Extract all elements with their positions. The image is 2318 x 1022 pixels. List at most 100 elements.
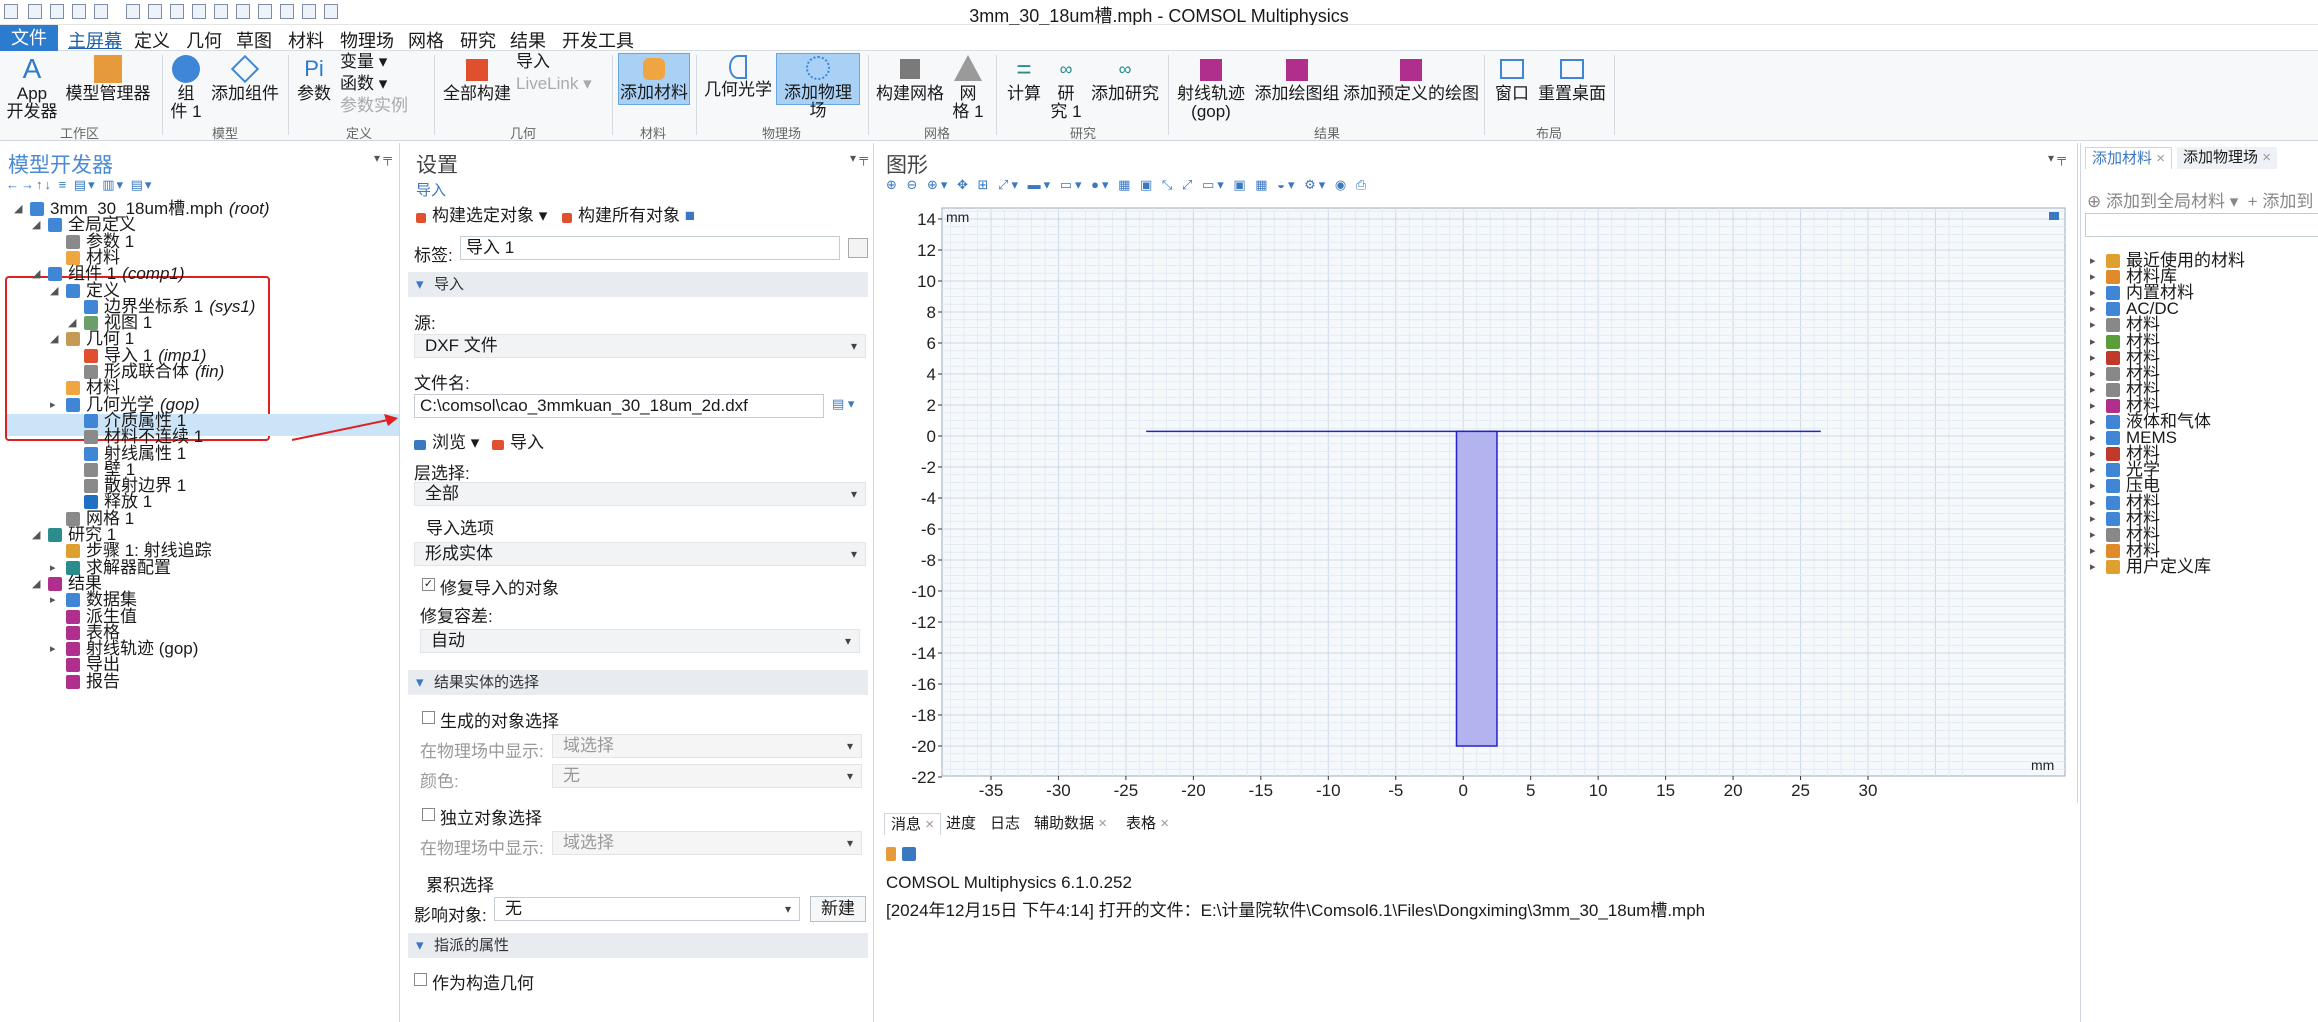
tab-auxiliary-data[interactable]: 辅助数据 × [1028, 813, 1113, 835]
tab-log[interactable]: 日志 [984, 813, 1026, 835]
construction-geometry-checkbox[interactable] [414, 973, 427, 986]
app-builder-button[interactable]: A App 开发器 [6, 55, 58, 121]
build-selected-button[interactable]: 构建选定对象 ▾ [416, 201, 547, 226]
component-button[interactable]: 组件 1 [166, 55, 206, 121]
tab-mesh[interactable]: 网格 [408, 27, 444, 53]
tab-home[interactable]: 主屏幕 [68, 27, 122, 53]
expand-toggle[interactable]: ◢ [50, 284, 58, 297]
add-to-global-button[interactable]: ⊕ 添加到全局材料 ▾ + 添加到 [2087, 187, 2313, 212]
label-edit-icon[interactable] [848, 238, 868, 258]
tab-physics[interactable]: 物理场 [340, 27, 394, 53]
livelink-button[interactable]: LiveLink ▾ [516, 75, 606, 93]
expand-toggle[interactable]: ▸ [2090, 367, 2096, 380]
expand-toggle[interactable]: ▸ [2090, 544, 2096, 557]
panel-menu-icon[interactable]: ▾ ╤ [374, 151, 392, 165]
section-selection-header[interactable]: 结果实体的选择 [408, 670, 868, 695]
build-all-objects-button[interactable]: 构建所有对象 ■ [562, 201, 695, 226]
show-in-physics2-select[interactable]: 域选择 [552, 831, 862, 855]
tab-definitions[interactable]: 定义 [134, 27, 170, 53]
expand-toggle[interactable]: ◢ [32, 528, 40, 541]
expand-toggle[interactable]: ▸ [2090, 447, 2096, 460]
close-icon[interactable]: × [1160, 815, 1169, 832]
import-button[interactable]: 导入 [492, 428, 544, 453]
add-physics-button[interactable]: 添加物理场 [776, 53, 860, 120]
close-icon[interactable]: × [2262, 149, 2271, 166]
model-manager-button[interactable]: 模型管理器 [64, 55, 152, 103]
expand-toggle[interactable]: ▸ [2090, 431, 2096, 444]
functions-button[interactable]: 函数 ▾ [340, 75, 430, 93]
expand-toggle[interactable]: ▸ [50, 642, 56, 655]
expand-toggle[interactable]: ▸ [2090, 528, 2096, 541]
tab-geometry[interactable]: 几何 [186, 27, 222, 53]
expand-toggle[interactable]: ◢ [50, 332, 58, 345]
view-icon[interactable] [2049, 212, 2059, 220]
variables-button[interactable]: 变量 ▾ [340, 53, 430, 71]
expand-toggle[interactable]: ▸ [2090, 479, 2096, 492]
parameter-cases-button[interactable]: 参数实例 [340, 97, 440, 115]
repair-checkbox[interactable]: ✓ [422, 578, 435, 591]
expand-toggle[interactable]: ◢ [32, 218, 40, 231]
expand-toggle[interactable]: ▸ [2090, 512, 2096, 525]
affect-select[interactable]: 无 [494, 897, 800, 921]
clear-icon[interactable] [886, 847, 896, 861]
layer-select[interactable]: 全部 [414, 482, 866, 506]
source-select[interactable]: DXF 文件 [414, 334, 866, 358]
expand-toggle[interactable]: ▸ [50, 561, 56, 574]
tab-results[interactable]: 结果 [510, 27, 546, 53]
import-options-select[interactable]: 形成实体 [414, 542, 866, 566]
expand-toggle[interactable]: ▸ [2090, 351, 2096, 364]
build-mesh-button[interactable]: 构建网格 [874, 55, 946, 103]
expand-toggle[interactable]: ▸ [2090, 560, 2096, 573]
tab-tables[interactable]: 表格 × [1120, 813, 1175, 835]
repair-tolerance-select[interactable]: 自动 [420, 629, 860, 653]
tab-progress[interactable]: 进度 [940, 813, 982, 835]
expand-toggle[interactable]: ◢ [14, 202, 22, 215]
file-menu[interactable]: 文件 [0, 25, 58, 51]
material-search-input[interactable] [2085, 213, 2318, 237]
tree-toolbar[interactable]: ←→↑↓ ≡ ▤▾ ▥▾ ▤▾ [6, 177, 153, 193]
tab-add-material[interactable]: 添加材料 × [2085, 147, 2172, 169]
add-predefined-plot-button[interactable]: 添加预定义的绘图 [1342, 55, 1480, 103]
color-select[interactable]: 无 [552, 764, 862, 788]
reset-desktop-button[interactable]: 重置桌面 [1536, 55, 1608, 103]
label-field[interactable]: 导入 1 [460, 236, 840, 260]
expand-toggle[interactable]: ◢ [32, 577, 40, 590]
add-material-button[interactable]: 添加材料 [618, 53, 690, 105]
windows-button[interactable]: 窗口 [1490, 55, 1534, 103]
tab-study[interactable]: 研究 [460, 27, 496, 53]
expand-toggle[interactable]: ▸ [2090, 286, 2096, 299]
expand-toggle[interactable]: ◢ [68, 316, 76, 329]
geometric-optics-button[interactable]: 几何光学 [702, 55, 774, 99]
messages-settings-icon[interactable] [902, 847, 916, 861]
expand-toggle[interactable]: ▸ [50, 593, 56, 606]
expand-toggle[interactable]: ▸ [2090, 463, 2096, 476]
ray-trajectories-button[interactable]: 射线轨迹 (gop) [1174, 55, 1248, 121]
add-component-button[interactable]: 添加组件 [208, 54, 282, 103]
filename-field[interactable]: C:\comsol\cao_3mmkuan_30_18um_2d.dxf [414, 394, 824, 418]
build-all-button[interactable]: 全部构建 [440, 55, 514, 103]
close-icon[interactable]: × [2156, 150, 2165, 167]
expand-toggle[interactable]: ▸ [2090, 254, 2096, 267]
refresh-icon[interactable]: ■ [685, 206, 695, 225]
panel-menu-icon[interactable]: ▾ ╤ [850, 151, 868, 165]
tree-node[interactable]: 报告 [66, 671, 120, 693]
section-import-header[interactable]: 导入 [408, 272, 868, 297]
trench-domain[interactable] [1455, 430, 1498, 747]
tab-developer[interactable]: 开发工具 [562, 27, 634, 53]
add-plot-group-button[interactable]: 添加绘图组 [1252, 55, 1342, 103]
expand-toggle[interactable]: ▸ [2090, 399, 2096, 412]
study-button[interactable]: ∞ 研究 1 [1046, 55, 1086, 121]
mesh-button[interactable]: 网格 1 [946, 55, 990, 121]
new-button[interactable]: 新建 [810, 896, 866, 922]
section-assigned-header[interactable]: 指派的属性 [408, 933, 868, 958]
expand-toggle[interactable]: ▸ [2090, 496, 2096, 509]
close-icon[interactable]: × [1098, 815, 1107, 832]
panel-menu-icon[interactable]: ▾ ╤ [2048, 151, 2066, 165]
geometry-import-button[interactable]: 导入 [516, 53, 586, 71]
parameters-button[interactable]: Pi 参数 [294, 55, 334, 103]
expand-toggle[interactable]: ▸ [2090, 270, 2096, 283]
browse-button[interactable]: 浏览 ▾ [414, 428, 479, 453]
tab-add-physics[interactable]: 添加物理场 × [2177, 147, 2277, 169]
separate-selection-checkbox[interactable] [422, 808, 435, 821]
expand-toggle[interactable]: ◢ [32, 267, 40, 280]
